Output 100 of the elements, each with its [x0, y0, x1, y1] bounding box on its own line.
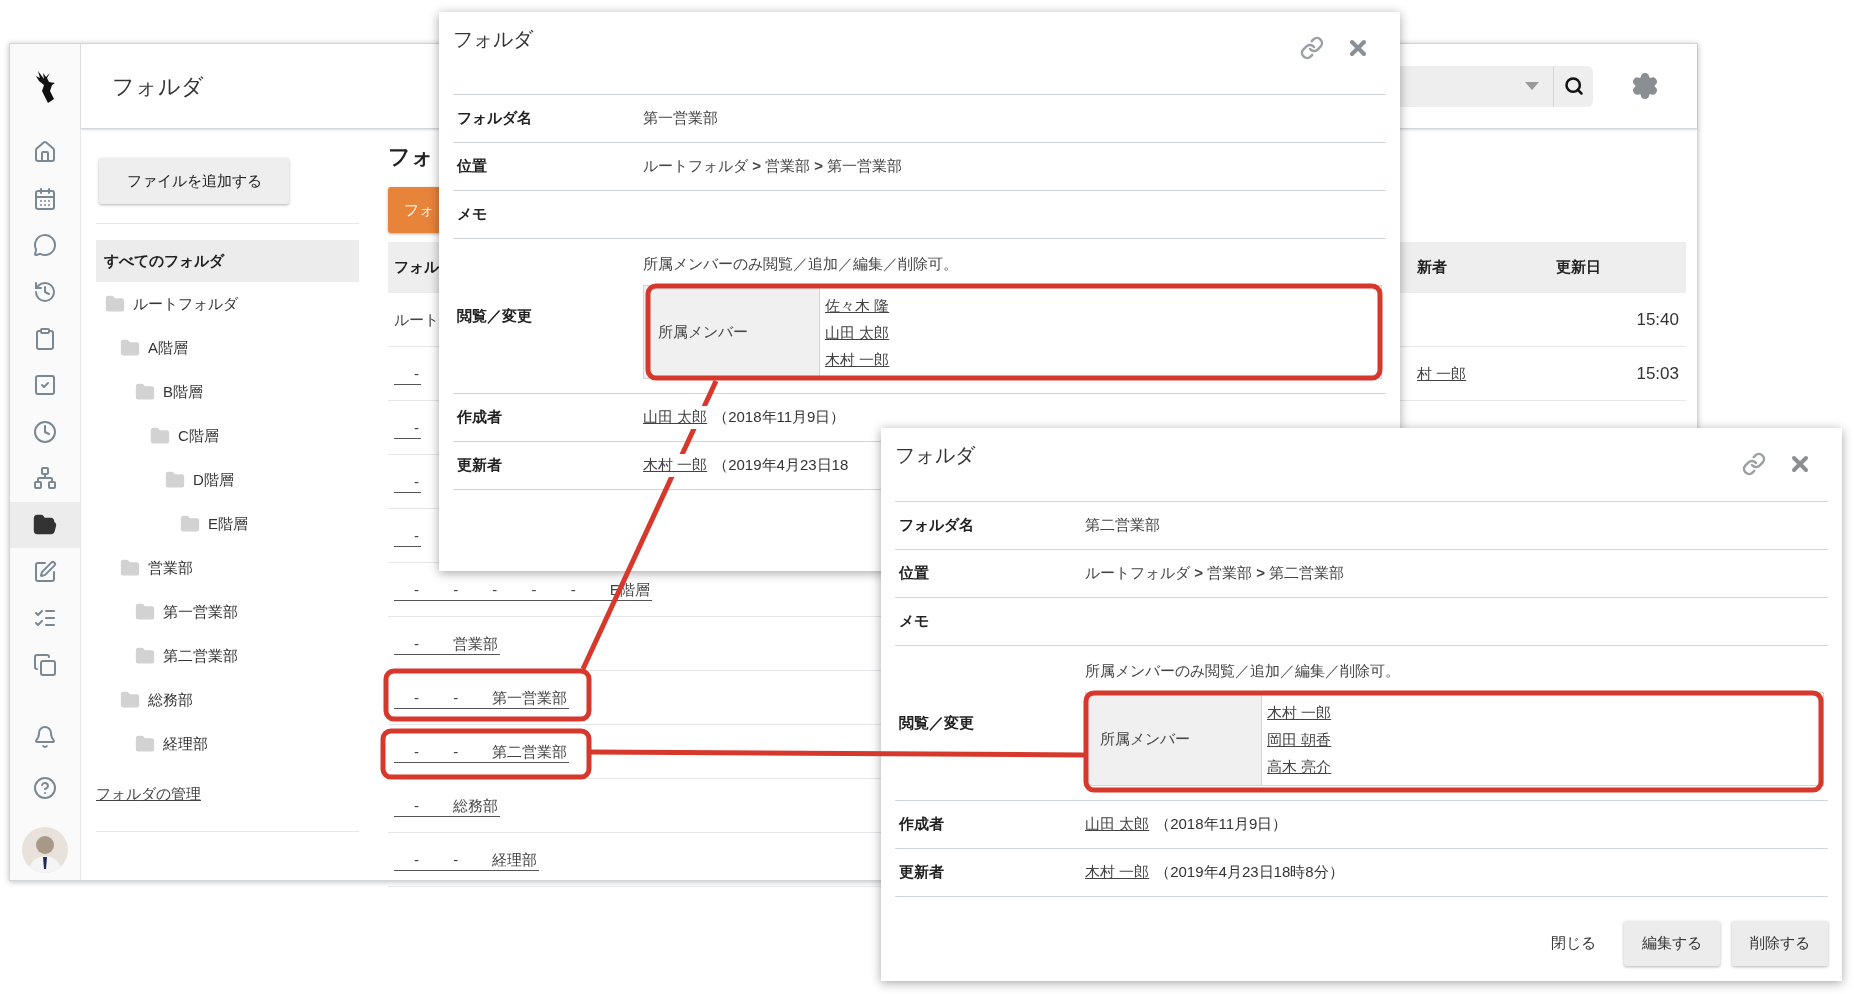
field-label: 作成者 — [456, 407, 503, 428]
folder-tree-item[interactable]: 営業部 — [96, 546, 359, 590]
add-file-button[interactable]: ファイルを追加する — [99, 158, 289, 204]
member-link[interactable]: 木村 一郎 — [1267, 698, 1332, 726]
group-label: 所属メンバー — [657, 322, 748, 342]
folder-icon — [165, 470, 185, 490]
caret-icon — [1525, 82, 1539, 90]
folder-icon — [180, 514, 200, 534]
field-label: フォルダ名 — [456, 108, 533, 129]
nav-item[interactable] — [10, 501, 80, 549]
folder-link[interactable]: - - 第二営業部 — [394, 741, 570, 763]
field-label: フォルダ名 — [898, 515, 975, 536]
search-button[interactable] — [1553, 65, 1593, 107]
date-text: （2019年4月23日18時8分） — [1155, 862, 1344, 883]
folder-tree-item[interactable]: B階層 — [96, 370, 359, 414]
page-title: フォルダ — [112, 72, 204, 101]
member-link[interactable]: 佐々木 隆 — [825, 291, 890, 319]
clock-icon — [33, 419, 57, 444]
folder-link[interactable]: - - 第一営業部 — [394, 687, 570, 709]
column-header: フォル — [393, 257, 439, 278]
folder-icon — [150, 426, 170, 446]
folder-link[interactable]: - — [394, 363, 421, 385]
field-value: 第二営業部 — [1085, 515, 1160, 536]
user-link[interactable]: 木村 一郎 — [643, 454, 708, 477]
field-value: ルートフォルダ > 営業部 > 第二営業部 — [1085, 563, 1345, 584]
avatar[interactable] — [22, 827, 68, 874]
dialog-title: フォルダ — [895, 443, 975, 468]
date-text: （2019年4月23日18 — [713, 455, 849, 476]
hierarchy-icon — [33, 466, 57, 491]
folder-link[interactable]: - - 経理部 — [394, 849, 540, 871]
member-link[interactable]: 高木 亮介 — [1267, 752, 1332, 780]
search-icon — [1563, 76, 1584, 96]
dialog-button[interactable]: 編集する — [1624, 921, 1720, 966]
folder-link[interactable]: - — [394, 525, 421, 547]
member-link[interactable]: 山田 太郎 — [825, 318, 890, 346]
folder-icon — [135, 646, 155, 666]
folder-tree-item[interactable]: E階層 — [96, 502, 359, 546]
clipboard-icon — [33, 326, 57, 351]
folder-tree-item[interactable]: C階層 — [96, 414, 359, 458]
folder-icon — [120, 690, 140, 710]
folder-name: ルート — [394, 310, 439, 328]
folder-tree-item[interactable]: ルートフォルダ — [96, 282, 359, 326]
link-icon[interactable] — [1300, 36, 1324, 60]
user-link[interactable]: 山田 太郎 — [643, 406, 708, 429]
folder-icon — [135, 382, 155, 402]
folder-tree-item[interactable]: 第二営業部 — [96, 634, 359, 678]
chat-icon — [33, 233, 57, 258]
date-text: （2018年11月9日） — [713, 407, 846, 428]
manage-folders-link[interactable]: フォルダの管理 — [96, 780, 201, 808]
updated-time: 15:40 — [1636, 309, 1679, 329]
permission-note: 所属メンバーのみ閲覧／追加／編集／削除可。 — [1085, 660, 1401, 681]
updater-link[interactable]: 村 一郎 — [1417, 364, 1467, 382]
field-label: メモ — [456, 204, 488, 225]
edit-icon — [33, 559, 57, 584]
all-folders-item[interactable]: すべてのフォルダ — [96, 240, 359, 282]
permission-note: 所属メンバーのみ閲覧／追加／編集／削除可。 — [643, 253, 959, 274]
field-label: 位置 — [455, 156, 488, 177]
link-icon[interactable] — [1742, 452, 1766, 476]
folder-icon — [135, 602, 155, 622]
dialog-title: フォルダ — [453, 27, 533, 52]
folder-link[interactable]: - — [394, 471, 421, 493]
folder-icon — [120, 338, 140, 358]
dialog-button[interactable]: 閉じる — [1535, 921, 1612, 966]
folder-tree-item[interactable]: D階層 — [96, 458, 359, 502]
copy-icon — [33, 652, 57, 677]
list-title: フォ — [388, 144, 434, 170]
folder-link[interactable]: - 営業部 — [394, 633, 501, 655]
field-label: 更新者 — [456, 455, 503, 476]
field-label: 更新者 — [898, 862, 945, 883]
folder-icon — [105, 294, 125, 314]
bell-icon — [33, 725, 57, 750]
field-label: 閲覧／変更 — [456, 305, 533, 326]
updated-time: 15:03 — [1636, 363, 1679, 383]
home-icon — [33, 140, 57, 165]
settings-icon[interactable] — [1631, 72, 1659, 100]
column-header: 更新日 — [1556, 257, 1601, 278]
folder-icon — [135, 734, 155, 754]
member-link[interactable]: 木村 一郎 — [825, 345, 890, 373]
field-value: 第一営業部 — [643, 108, 718, 129]
checkbox-icon — [33, 373, 57, 398]
field-value: ルートフォルダ > 営業部 > 第一営業部 — [643, 156, 903, 177]
field-label: メモ — [898, 611, 930, 632]
calendar-icon — [33, 186, 57, 211]
member-link[interactable]: 岡田 朝香 — [1267, 725, 1332, 753]
folder-icon — [120, 558, 140, 578]
field-label: 閲覧／変更 — [898, 712, 975, 733]
folder-link[interactable]: - — [394, 417, 421, 439]
folder-link[interactable]: - 総務部 — [394, 795, 501, 817]
history-icon — [33, 280, 57, 305]
column-header: 新者 — [1416, 257, 1447, 278]
folder-tree-item[interactable]: 経理部 — [96, 722, 359, 766]
help-icon — [33, 776, 57, 801]
group-label: 所属メンバー — [1099, 729, 1190, 749]
folder-tree-item[interactable]: 総務部 — [96, 678, 359, 722]
date-text: （2018年11月9日） — [1155, 814, 1288, 835]
folder-tree-item[interactable]: A階層 — [96, 326, 359, 370]
field-label: 作成者 — [898, 814, 945, 835]
field-label: 位置 — [897, 563, 930, 584]
dialog-button[interactable]: 削除する — [1732, 921, 1828, 966]
folder-tree-item[interactable]: 第一営業部 — [96, 590, 359, 634]
